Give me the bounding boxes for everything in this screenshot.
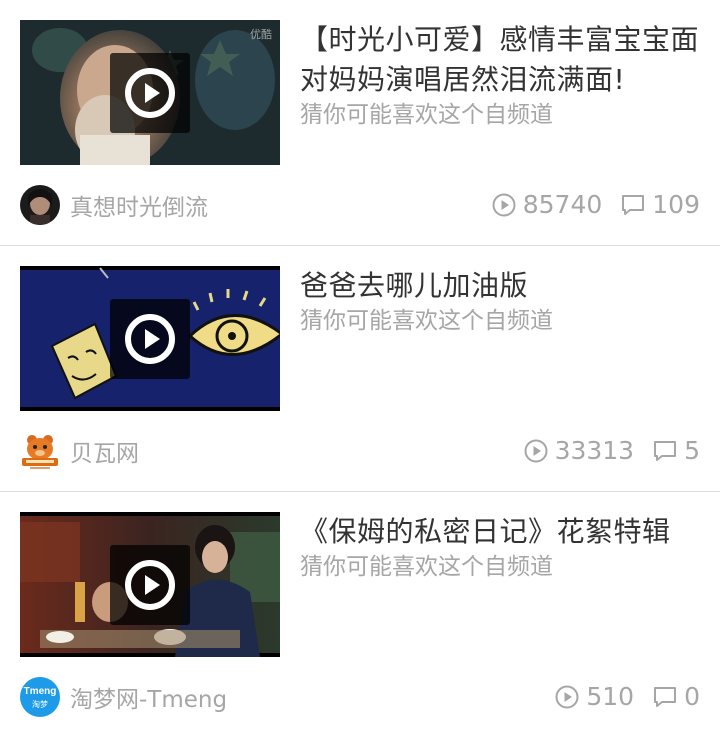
play-circle-icon xyxy=(492,193,516,217)
video-feed: 优酷 【时光小可爱】感情丰富宝宝面对妈妈演唱居然泪流满面! 猜你可能喜欢这个自频… xyxy=(0,0,720,738)
channel-name: 真想时光倒流 xyxy=(70,195,208,221)
video-stats: 33313 5 xyxy=(523,431,700,471)
comments-count: 109 xyxy=(652,190,700,219)
play-icon xyxy=(125,314,175,364)
play-icon xyxy=(125,68,175,118)
video-thumbnail[interactable] xyxy=(20,512,280,657)
play-button[interactable] xyxy=(110,299,190,379)
comments-stat[interactable]: 0 xyxy=(652,684,700,710)
watermark-logo: 优酷 xyxy=(250,28,272,41)
channel-link[interactable]: 贝瓦网 xyxy=(20,431,139,471)
comments-stat[interactable]: 5 xyxy=(652,438,700,464)
views-stat: 33313 xyxy=(523,436,635,465)
channel-link[interactable]: Tmeng 淘梦 淘梦网-Tmeng xyxy=(20,677,227,717)
video-title[interactable]: 【时光小可爱】感情丰富宝宝面对妈妈演唱居然泪流满面! xyxy=(300,20,700,100)
avatar xyxy=(20,185,60,225)
play-circle-icon xyxy=(524,439,548,463)
comments-count: 5 xyxy=(684,436,700,465)
avatar: Tmeng 淘梦 xyxy=(20,677,60,717)
comments-count: 0 xyxy=(684,682,700,711)
play-button[interactable] xyxy=(110,545,190,625)
avatar xyxy=(20,431,60,471)
play-circle-icon xyxy=(555,685,579,709)
video-stats: 510 0 xyxy=(554,677,700,717)
video-stats: 85740 109 xyxy=(491,185,700,225)
video-thumbnail[interactable] xyxy=(20,266,280,411)
play-button[interactable] xyxy=(110,53,190,133)
recommendation-label: 猜你可能喜欢这个自频道 xyxy=(300,554,553,580)
video-title[interactable]: 《保姆的私密日记》花絮特辑 xyxy=(300,512,700,552)
recommendation-label: 猜你可能喜欢这个自频道 xyxy=(300,308,553,334)
views-count: 85740 xyxy=(522,190,603,219)
views-stat: 510 xyxy=(554,684,634,710)
views-count: 510 xyxy=(586,682,635,711)
comment-bubble-icon xyxy=(654,687,677,707)
video-card[interactable]: 优酷 【时光小可爱】感情丰富宝宝面对妈妈演唱居然泪流满面! 猜你可能喜欢这个自频… xyxy=(0,0,720,246)
channel-name: 淘梦网-Tmeng xyxy=(70,687,228,713)
play-icon xyxy=(125,560,175,610)
avatar-logo-text: Tmeng xyxy=(23,686,57,697)
avatar-logo-subtext: 淘梦 xyxy=(32,700,48,709)
comments-stat[interactable]: 109 xyxy=(620,192,700,218)
views-count: 33313 xyxy=(554,436,635,465)
video-thumbnail[interactable]: 优酷 xyxy=(20,20,280,165)
video-card[interactable]: 《保姆的私密日记》花絮特辑 猜你可能喜欢这个自频道 Tmeng 淘梦 淘梦网-T… xyxy=(0,492,720,738)
comment-bubble-icon xyxy=(654,441,677,461)
comment-bubble-icon xyxy=(622,195,645,215)
recommendation-label: 猜你可能喜欢这个自频道 xyxy=(300,102,553,128)
views-stat: 85740 xyxy=(491,190,603,219)
channel-link[interactable]: 真想时光倒流 xyxy=(20,185,208,225)
channel-name: 贝瓦网 xyxy=(70,441,139,467)
video-card[interactable]: 爸爸去哪儿加油版 猜你可能喜欢这个自频道 贝瓦网 33313 5 xyxy=(0,246,720,492)
video-title[interactable]: 爸爸去哪儿加油版 xyxy=(300,266,700,306)
